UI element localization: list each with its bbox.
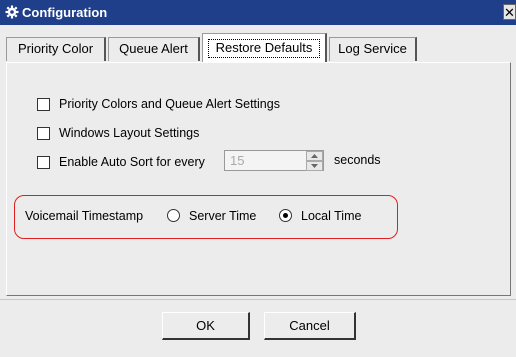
arrow-down-icon[interactable] bbox=[306, 161, 323, 171]
tab-queue-alert[interactable]: Queue Alert bbox=[108, 37, 200, 61]
auto-sort-label: Enable Auto Sort for every bbox=[59, 155, 205, 169]
voicemail-timestamp-label: Voicemail Timestamp bbox=[25, 209, 144, 223]
server-time-label[interactable]: Server Time bbox=[189, 209, 256, 223]
auto-sort-interval-spinner[interactable]: 15 bbox=[224, 150, 324, 171]
priority-colors-checkbox[interactable] bbox=[37, 97, 50, 111]
server-time-radio[interactable] bbox=[167, 209, 180, 222]
auto-sort-option[interactable]: Enable Auto Sort for every 15 seconds bbox=[37, 150, 397, 171]
tab-strip: Priority Color Queue Alert Restore Defau… bbox=[0, 25, 516, 65]
local-time-radio[interactable] bbox=[279, 209, 292, 222]
local-time-label[interactable]: Local Time bbox=[301, 209, 361, 223]
windows-layout-option[interactable]: Windows Layout Settings bbox=[37, 124, 199, 142]
title-bar[interactable]: Configuration ✕ bbox=[0, 0, 516, 25]
tab-log-service[interactable]: Log Service bbox=[329, 37, 417, 61]
restore-defaults-panel: Priority Colors and Queue Alert Settings… bbox=[6, 62, 511, 296]
ok-button[interactable]: OK bbox=[162, 312, 250, 340]
tab-restore-defaults[interactable]: Restore Defaults bbox=[202, 33, 327, 62]
priority-colors-option[interactable]: Priority Colors and Queue Alert Settings bbox=[37, 95, 280, 113]
auto-sort-interval-value: 15 bbox=[230, 153, 245, 168]
cancel-button[interactable]: Cancel bbox=[264, 312, 356, 340]
arrow-up-icon[interactable] bbox=[306, 151, 323, 161]
gear-icon bbox=[5, 5, 19, 19]
close-icon[interactable]: ✕ bbox=[503, 4, 516, 20]
voicemail-timestamp-group: Voicemail Timestamp Server Time Local Ti… bbox=[14, 195, 398, 239]
configuration-window: Configuration ✕ Priority Color Queue Ale… bbox=[0, 0, 516, 357]
auto-sort-unit-label: seconds bbox=[334, 153, 381, 167]
footer-divider bbox=[0, 299, 516, 300]
windows-layout-checkbox[interactable] bbox=[37, 126, 50, 140]
radio-selected-dot bbox=[283, 213, 288, 218]
tab-restore-defaults-label: Restore Defaults bbox=[215, 40, 313, 55]
tab-priority-color[interactable]: Priority Color bbox=[6, 37, 106, 61]
window-title: Configuration bbox=[22, 5, 108, 20]
auto-sort-checkbox[interactable] bbox=[37, 155, 50, 169]
windows-layout-label: Windows Layout Settings bbox=[59, 126, 200, 140]
priority-colors-label: Priority Colors and Queue Alert Settings bbox=[59, 97, 280, 111]
